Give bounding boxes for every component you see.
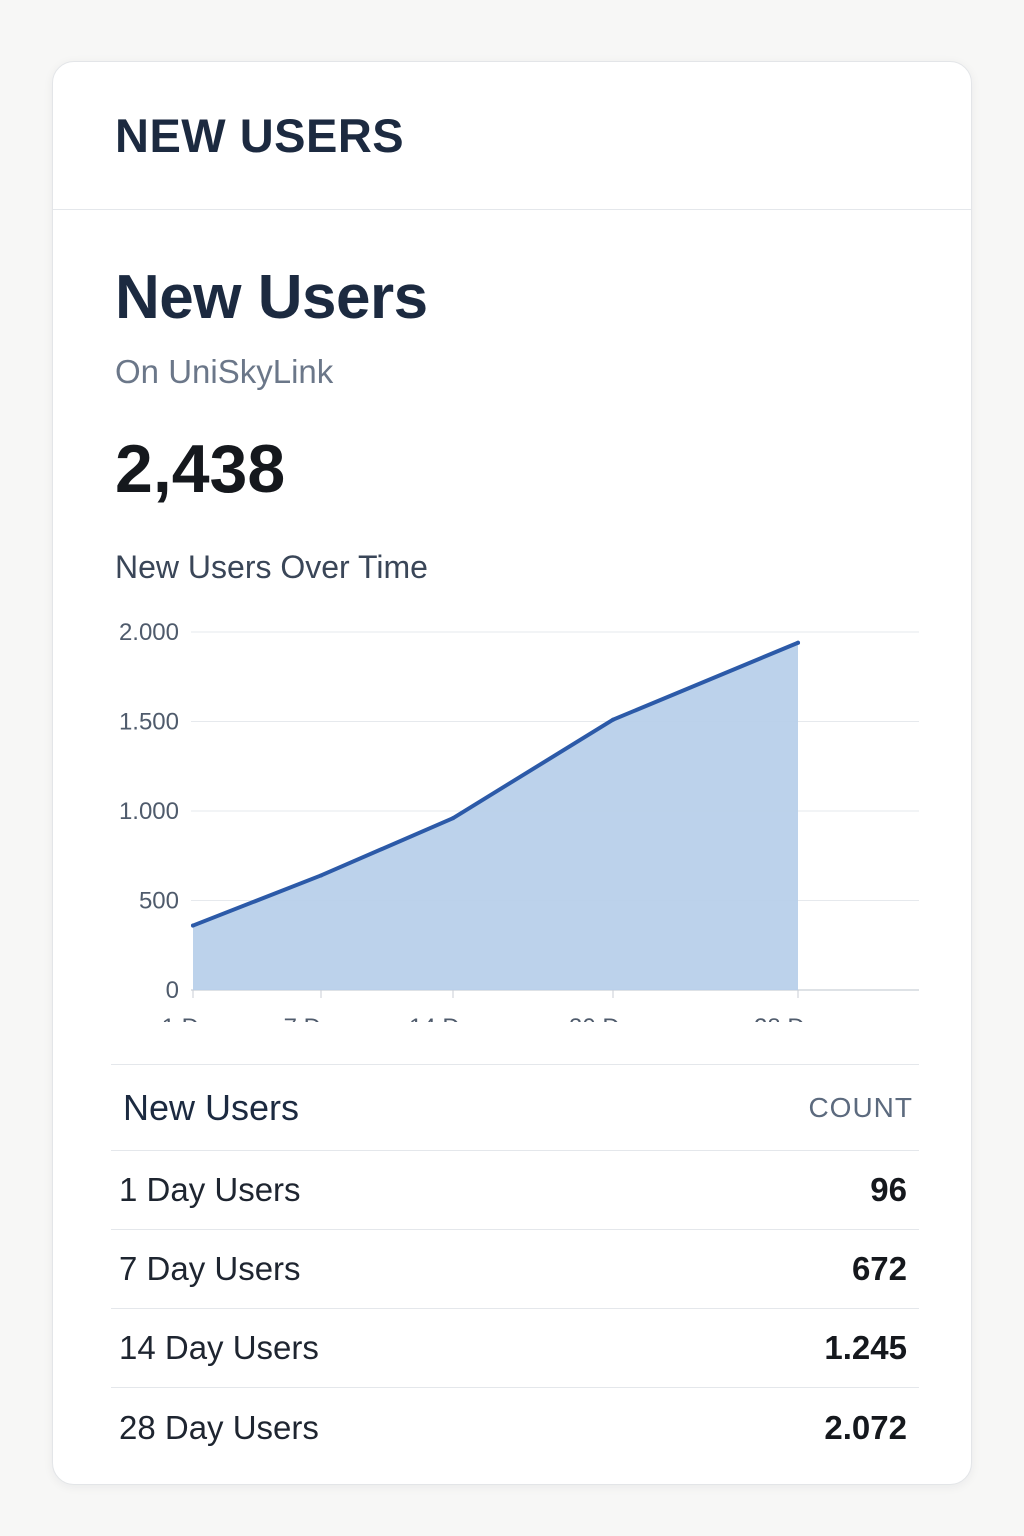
x-tick-label: 30 Days bbox=[569, 1014, 657, 1022]
new-users-area-chart: 0 500 1.000 1.500 2.000 1 Day 7 Days 14 Days 30 … bbox=[119, 619, 919, 1022]
users-count-table: New Users COUNT 1 Day Users 96 7 Day Use… bbox=[111, 1064, 919, 1467]
table-row: 7 Day Users 672 bbox=[111, 1230, 919, 1309]
data-point bbox=[796, 640, 800, 645]
x-tick-label: 1 Day bbox=[162, 1014, 225, 1022]
table-row: 14 Day Users 1.245 bbox=[111, 1309, 919, 1388]
row-value: 2.072 bbox=[824, 1408, 907, 1446]
y-tick-label: 1.500 bbox=[119, 709, 179, 736]
new-users-card: NEW USERS New Users On UniSkyLink 2,438 … bbox=[52, 61, 972, 1485]
row-label: 1 Day Users bbox=[119, 1171, 301, 1208]
card-header-title: NEW USERS bbox=[115, 109, 405, 162]
total-new-users: 2,438 bbox=[115, 431, 286, 507]
data-point bbox=[191, 923, 195, 928]
x-tick-label: 14 Days bbox=[409, 1014, 497, 1022]
y-tick-label: 1.000 bbox=[119, 798, 179, 825]
row-label: 14 Day Users bbox=[119, 1329, 319, 1366]
table-header: New Users COUNT bbox=[111, 1065, 919, 1151]
area-fill bbox=[193, 642, 798, 990]
row-value: 672 bbox=[851, 1250, 907, 1287]
table-row: 28 Day Users 2.072 bbox=[111, 1388, 919, 1467]
data-point bbox=[319, 873, 323, 878]
table-row: 1 Day Users 96 bbox=[111, 1151, 919, 1230]
x-tick-label: 28 Days bbox=[754, 1014, 842, 1022]
y-tick-label: 0 bbox=[166, 977, 179, 1004]
section-title: New Users bbox=[115, 263, 428, 332]
y-tick-label: 500 bbox=[139, 888, 179, 915]
y-tick-label: 2.000 bbox=[119, 619, 179, 646]
row-value: 96 bbox=[870, 1171, 907, 1208]
chart-title: New Users Over Time bbox=[115, 549, 428, 585]
x-tick-label: 7 Days bbox=[284, 1014, 359, 1022]
row-value: 1.245 bbox=[824, 1329, 907, 1366]
row-label: 7 Day Users bbox=[119, 1250, 301, 1287]
table-header-label: New Users bbox=[123, 1086, 300, 1128]
card-header: NEW USERS bbox=[53, 62, 971, 210]
row-label: 28 Day Users bbox=[119, 1408, 319, 1446]
table-header-count: COUNT bbox=[808, 1091, 913, 1123]
data-point bbox=[451, 816, 455, 821]
data-point bbox=[611, 717, 615, 722]
subtitle: On UniSkyLink bbox=[115, 353, 334, 390]
